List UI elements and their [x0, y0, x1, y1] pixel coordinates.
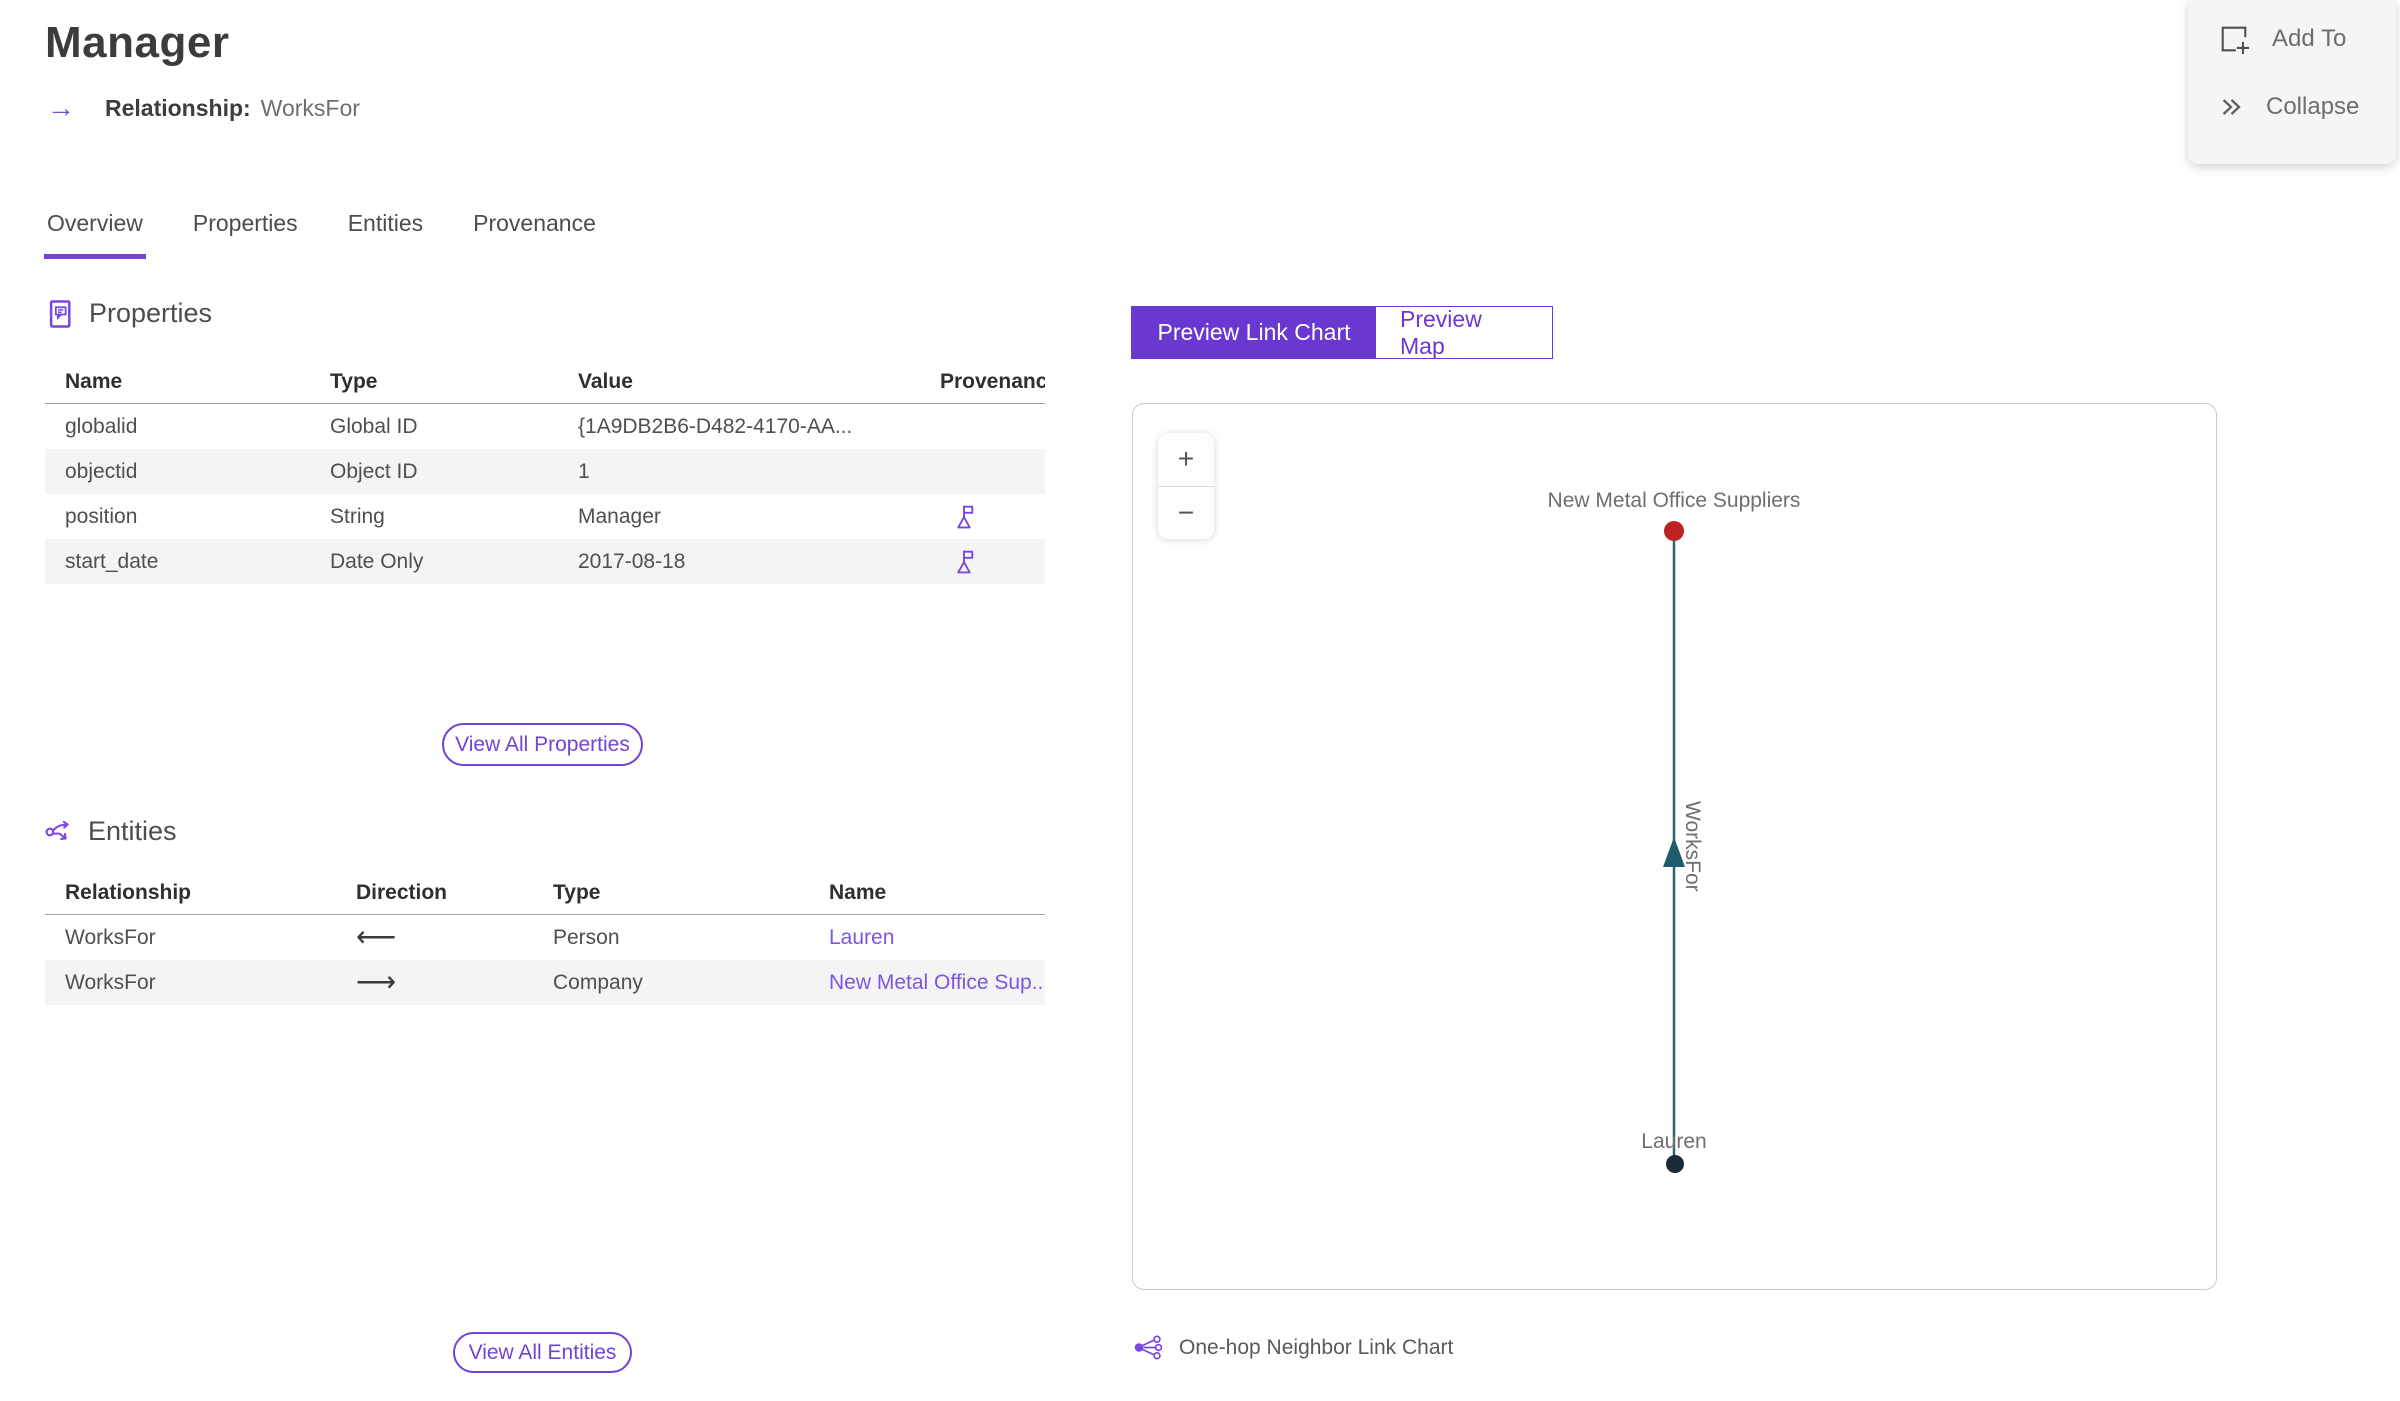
property-value: 2017-08-18	[578, 549, 686, 573]
property-name: position	[65, 504, 138, 528]
property-value: {1A9DB2B6-D482-4170-AA...	[578, 414, 853, 438]
tab-provenance[interactable]: Provenance	[473, 210, 596, 259]
entities-section-heading: Entities	[44, 816, 177, 847]
entities-icon	[45, 820, 69, 840]
node-person[interactable]	[1666, 1155, 1684, 1173]
col-relationship: Relationship	[65, 880, 192, 904]
tab-entities[interactable]: Entities	[348, 210, 423, 259]
table-row: WorksFor ⟵ Person Lauren	[45, 915, 1045, 960]
direction-right-arrow-icon: ⟶	[356, 968, 397, 997]
relationship-subtitle: → Relationship: WorksFor	[47, 94, 360, 122]
node-company-label: New Metal Office Suppliers	[1548, 489, 1801, 512]
page-title: Manager	[45, 18, 230, 67]
property-type: Global ID	[330, 414, 418, 438]
provenance-flag-icon[interactable]	[953, 503, 976, 530]
col-name: Name	[65, 369, 123, 393]
col-name: Name	[829, 880, 887, 904]
tab-overview[interactable]: Overview	[44, 210, 146, 259]
property-name: objectid	[65, 459, 138, 483]
actions-panel: Add To Collapse	[2188, 0, 2396, 164]
provenance-flag-icon[interactable]	[953, 548, 976, 575]
property-value: Manager	[578, 504, 661, 528]
entity-name-link[interactable]: New Metal Office Sup...	[829, 971, 1045, 994]
link-chart-graph[interactable]: New Metal Office Suppliers Lauren WorksF…	[1133, 404, 2216, 1289]
properties-icon	[49, 299, 71, 328]
relationship-value: WorksFor	[260, 94, 360, 121]
direction-left-arrow-icon: ⟵	[356, 923, 397, 952]
chevrons-right-icon	[2222, 99, 2241, 115]
property-type: Object ID	[330, 459, 418, 483]
col-provenance: Provenance	[940, 369, 1045, 393]
view-all-properties-button[interactable]: View All Properties	[442, 723, 643, 766]
table-row: globalid Global ID {1A9DB2B6-D482-4170-A…	[45, 404, 1045, 449]
relationship-label: Relationship:	[105, 94, 251, 121]
one-hop-caption: One-hop Neighbor Link Chart	[1133, 1334, 1453, 1361]
entities-table: Relationship Direction Type Name WorksFo…	[45, 871, 1045, 1005]
tab-properties[interactable]: Properties	[193, 210, 298, 259]
tab-bar: Overview Properties Entities Provenance	[44, 210, 596, 259]
entities-table-header: Relationship Direction Type Name	[45, 871, 1045, 915]
collapse-label: Collapse	[2266, 93, 2360, 120]
one-hop-caption-label: One-hop Neighbor Link Chart	[1179, 1335, 1454, 1359]
properties-section-title: Properties	[89, 298, 213, 328]
entities-section-title: Entities	[88, 816, 177, 846]
table-row: WorksFor ⟶ Company New Metal Office Sup.…	[45, 960, 1045, 1005]
link-chart-icon	[1134, 1335, 1163, 1360]
col-type: Type	[553, 880, 601, 904]
add-to-label: Add To	[2272, 25, 2347, 52]
preview-map-button[interactable]: Preview Map	[1376, 306, 1552, 359]
collapse-button[interactable]: Collapse	[2218, 82, 2396, 132]
entity-type: Company	[553, 970, 643, 994]
col-value: Value	[578, 369, 633, 393]
edge-label: WorksFor	[1681, 801, 1704, 892]
properties-table-header: Name Type Value Provenance	[45, 360, 1045, 404]
property-name: start_date	[65, 549, 159, 573]
property-value: 1	[578, 459, 590, 483]
view-all-entities-button[interactable]: View All Entities	[453, 1332, 632, 1373]
page: Add To Collapse Manager → Relationship: …	[0, 0, 2400, 1401]
property-type: Date Only	[330, 549, 424, 573]
property-name: globalid	[65, 414, 138, 438]
properties-table: Name Type Value Provenance globalid Glob…	[45, 360, 1045, 584]
relationship-arrow-icon: →	[47, 92, 75, 123]
preview-toggle: Preview Link Chart Preview Map	[1131, 306, 1553, 359]
col-direction: Direction	[356, 880, 448, 904]
entity-name-link[interactable]: Lauren	[829, 926, 894, 949]
properties-section-heading: Properties	[48, 298, 212, 329]
table-row: position String Manager	[45, 494, 1045, 539]
add-to-icon	[2221, 26, 2250, 55]
entity-relationship: WorksFor	[65, 925, 156, 949]
col-type: Type	[330, 369, 378, 393]
entity-relationship: WorksFor	[65, 970, 156, 994]
table-row: start_date Date Only 2017-08-18	[45, 539, 1045, 584]
table-row: objectid Object ID 1	[45, 449, 1045, 494]
add-to-button[interactable]: Add To	[2218, 14, 2396, 64]
link-chart-panel: + − New Metal Office Suppliers Lauren Wo…	[1132, 403, 2217, 1290]
entity-type: Person	[553, 925, 620, 949]
node-person-label: Lauren	[1641, 1130, 1706, 1153]
preview-link-chart-button[interactable]: Preview Link Chart	[1132, 307, 1376, 358]
property-type: String	[330, 504, 385, 528]
node-company[interactable]	[1664, 521, 1684, 541]
